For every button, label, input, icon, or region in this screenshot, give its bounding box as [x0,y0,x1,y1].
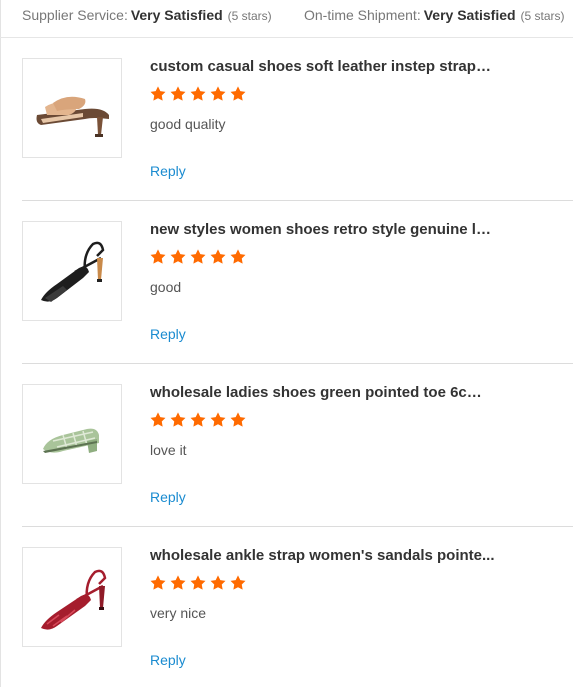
star-icon [210,86,226,101]
reply-link[interactable]: Reply [150,163,186,179]
review-product-title[interactable]: custom casual shoes soft leather instep … [150,58,495,75]
red-ankle-strap-heel-icon [41,569,107,630]
review-comment: good quality [150,116,226,132]
star-icon [150,412,166,427]
star-icon [150,86,166,101]
beige-strap-slide-sandal-icon [36,96,109,137]
reply-link[interactable]: Reply [150,652,186,668]
star-icon [230,86,246,101]
star-icon [210,412,226,427]
star-icon [170,249,186,264]
product-thumbnail[interactable] [22,384,122,484]
star-rating [149,574,247,596]
supplier-service-value: Very Satisfied [130,7,223,23]
star-icon [210,575,226,590]
left-border [0,0,1,687]
star-icon [230,249,246,264]
star-rating [149,248,247,270]
supplier-service-label: Supplier Service: [22,7,128,23]
star-icon [210,249,226,264]
star-icon [170,86,186,101]
reply-link[interactable]: Reply [150,326,186,342]
ontime-shipment-label: On-time Shipment: [304,7,421,23]
review-product-title[interactable]: wholesale ankle strap women's sandals po… [150,547,495,564]
star-icon [190,86,206,101]
review-comment: love it [150,442,187,458]
review-item: custom casual shoes soft leather instep … [22,38,573,201]
product-thumbnail[interactable] [22,221,122,321]
star-rating [149,85,247,107]
supplier-service-count: (5 stars) [227,9,272,23]
review-product-title[interactable]: wholesale ladies shoes green pointed toe… [150,384,495,401]
star-icon [230,412,246,427]
rating-summary-bar: Supplier Service: Very Satisfied (5 stars)… [0,0,573,38]
star-icon [190,412,206,427]
review-comment: very nice [150,605,207,621]
ontime-shipment-value: Very Satisfied [423,7,516,23]
review-product-title[interactable]: new styles women shoes retro style genui… [150,221,495,238]
star-icon [170,412,186,427]
star-icon [190,575,206,590]
green-plaid-mule-icon [43,428,99,453]
review-item: new styles women shoes retro style genui… [22,201,573,364]
star-icon [190,249,206,264]
review-item: wholesale ladies shoes green pointed toe… [22,364,573,527]
black-slingback-heel-icon [41,241,105,302]
ontime-shipment-rating: On-time Shipment: Very Satisfied (5 stars) [304,7,565,23]
product-thumbnail[interactable] [22,547,122,647]
ontime-shipment-count: (5 stars) [520,9,565,23]
review-comment: good [150,279,182,295]
star-rating [149,411,247,433]
product-thumbnail[interactable] [22,58,122,158]
review-item: wholesale ankle strap women's sandals po… [22,527,573,690]
star-icon [230,575,246,590]
supplier-service-rating: Supplier Service: Very Satisfied (5 stars) [22,7,272,23]
star-icon [170,575,186,590]
star-icon [150,249,166,264]
reply-link[interactable]: Reply [150,489,186,505]
star-icon [150,575,166,590]
